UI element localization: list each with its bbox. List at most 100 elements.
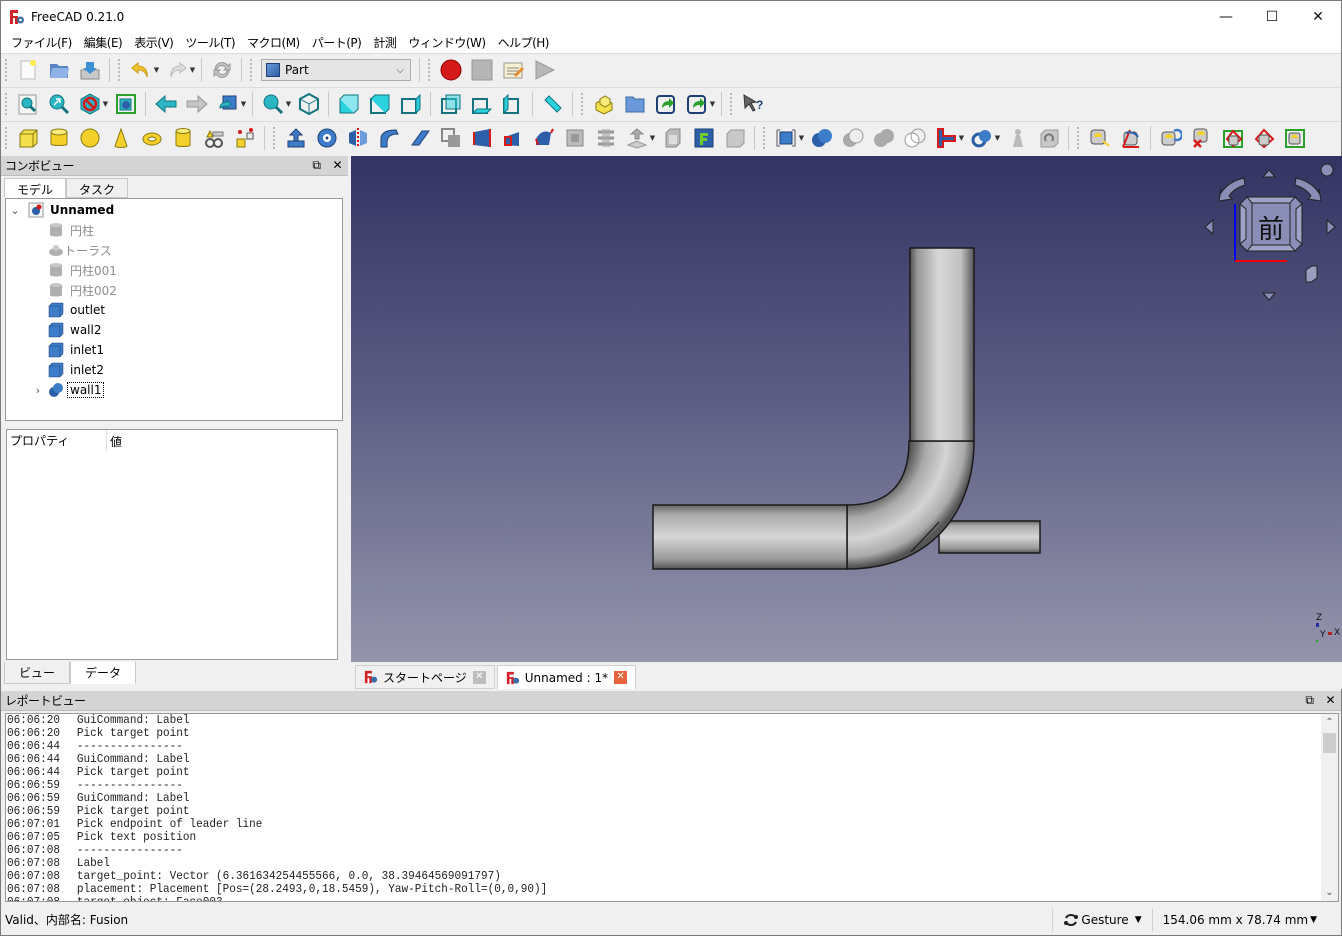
- pipe-model[interactable]: [652, 247, 1041, 570]
- chevron-down-icon[interactable]: ⌄: [8, 204, 22, 217]
- part-fillet-button[interactable]: [373, 124, 404, 152]
- part-sweep-button[interactable]: [528, 124, 559, 152]
- workbench-selector[interactable]: Part ⌵: [261, 59, 411, 81]
- redo-button[interactable]: [161, 56, 192, 84]
- scroll-down-icon[interactable]: ⌄: [1321, 884, 1338, 901]
- part-common-button[interactable]: [899, 124, 930, 152]
- navigation-style-selector[interactable]: Gesture ▼: [1052, 908, 1151, 931]
- measure-toggle-delta-button[interactable]: [1279, 124, 1310, 152]
- part-fuse-button[interactable]: [868, 124, 899, 152]
- tree-item-unnamed[interactable]: ⌄ Unnamed: [8, 200, 114, 220]
- rotate-cw-arrow-icon[interactable]: [1294, 177, 1322, 202]
- property-column-header[interactable]: プロパティ: [7, 430, 107, 452]
- close-button[interactable]: ✕: [1295, 1, 1341, 32]
- record-macro-button[interactable]: [435, 56, 466, 84]
- bounding-box-button[interactable]: [110, 90, 141, 118]
- pipe-inlet2-branch[interactable]: [938, 520, 1041, 554]
- fit-selection-button[interactable]: [43, 90, 74, 118]
- nav-menu-icon[interactable]: [1320, 163, 1334, 177]
- measure-distance-button[interactable]: [537, 90, 568, 118]
- tab-data-properties[interactable]: データ: [70, 662, 137, 684]
- link-actions-button[interactable]: [681, 90, 712, 118]
- float-panel-icon[interactable]: ⧉: [1305, 693, 1314, 708]
- rotate-down-arrow-icon[interactable]: [1261, 292, 1277, 301]
- pipe-inlet1-horizontal[interactable]: [652, 504, 848, 570]
- view-right-button[interactable]: [395, 90, 426, 118]
- toolbar-grip[interactable]: [730, 93, 733, 115]
- toolbar-grip[interactable]: [763, 127, 766, 149]
- part-loft-button[interactable]: [497, 124, 528, 152]
- view-front-button[interactable]: [333, 90, 364, 118]
- pipe-outlet-vertical[interactable]: [909, 247, 975, 442]
- value-column-header[interactable]: 値: [107, 433, 122, 450]
- menu-measure[interactable]: 計測: [367, 34, 402, 51]
- whats-this-button[interactable]: ?: [737, 90, 768, 118]
- tree-item-inlet1[interactable]: inlet1: [48, 340, 104, 360]
- measure-clear-button[interactable]: [1186, 124, 1217, 152]
- stop-macro-button[interactable]: [466, 56, 497, 84]
- 3d-viewport[interactable]: 前 Z Y X: [351, 156, 1342, 662]
- make-link-button[interactable]: [650, 90, 681, 118]
- tree-item-torus[interactable]: トーラス: [48, 240, 112, 260]
- float-panel-icon[interactable]: ⧉: [312, 158, 321, 173]
- part-tube-button[interactable]: [167, 124, 198, 152]
- toolbar-grip[interactable]: [118, 59, 121, 81]
- part-attachment-button[interactable]: [719, 124, 750, 152]
- menu-view[interactable]: 表示(V): [128, 34, 179, 51]
- menu-part[interactable]: パート(P): [306, 34, 368, 51]
- run-macro-button[interactable]: [528, 56, 559, 84]
- create-group-button[interactable]: [619, 90, 650, 118]
- view-top-button[interactable]: [364, 90, 395, 118]
- measure-toggle-all-button[interactable]: [1217, 124, 1248, 152]
- toolbar-grip[interactable]: [5, 59, 8, 81]
- view-rear-button[interactable]: [435, 90, 466, 118]
- maximize-button[interactable]: ☐: [1249, 1, 1295, 32]
- toolbar-grip[interactable]: [273, 127, 276, 149]
- rotate-left-arrow-icon[interactable]: [1204, 218, 1214, 236]
- tree-item-inlet2[interactable]: inlet2: [48, 360, 104, 380]
- toolbar-grip[interactable]: [1077, 127, 1080, 149]
- refresh-button[interactable]: [206, 56, 237, 84]
- save-file-button[interactable]: [74, 56, 105, 84]
- menu-window[interactable]: ウィンドウ(W): [402, 34, 491, 51]
- view-left-button[interactable]: [497, 90, 528, 118]
- tab-model[interactable]: モデル: [4, 178, 67, 198]
- part-cylinder-button[interactable]: [43, 124, 74, 152]
- tree-item-cylinder[interactable]: 円柱: [48, 220, 94, 240]
- close-panel-icon[interactable]: ✕: [332, 158, 342, 173]
- part-boolean-button[interactable]: [806, 124, 837, 152]
- report-scrollbar[interactable]: ⌃ ⌄: [1321, 714, 1338, 901]
- part-offset-button[interactable]: [621, 124, 652, 152]
- undo-button[interactable]: [125, 56, 156, 84]
- part-join-button[interactable]: [930, 124, 961, 152]
- tab-unnamed-document[interactable]: Unnamed : 1* ✕: [496, 665, 637, 689]
- part-chamfer-button[interactable]: [404, 124, 435, 152]
- part-torus-button[interactable]: [136, 124, 167, 152]
- rotate-right-arrow-icon[interactable]: [1326, 218, 1336, 236]
- part-section-button[interactable]: [559, 124, 590, 152]
- part-sphere-button[interactable]: [74, 124, 105, 152]
- measure-linear-button[interactable]: [1084, 124, 1115, 152]
- part-box-button[interactable]: [12, 124, 43, 152]
- part-primitives-button[interactable]: [198, 124, 229, 152]
- tree-item-wall2[interactable]: wall2: [48, 320, 101, 340]
- view-isometric-button[interactable]: [293, 90, 324, 118]
- draw-style-button[interactable]: [74, 90, 105, 118]
- toolbar-grip[interactable]: [5, 93, 8, 115]
- tree-item-cylinder001[interactable]: 円柱001: [48, 260, 117, 280]
- tab-start-page[interactable]: スタートページ ✕: [355, 665, 495, 689]
- part-make-face-button[interactable]: [435, 124, 466, 152]
- view-menu-cube-icon[interactable]: [1305, 265, 1318, 283]
- measure-toggle-3d-button[interactable]: [1248, 124, 1279, 152]
- rotate-up-arrow-icon[interactable]: [1261, 169, 1277, 178]
- dimension-readout[interactable]: 154.06 mm x 78.74 mm ▼: [1151, 908, 1327, 931]
- create-part-button[interactable]: [588, 90, 619, 118]
- part-projection-button[interactable]: [688, 124, 719, 152]
- toolbar-grip[interactable]: [581, 93, 584, 115]
- new-file-button[interactable]: [12, 56, 43, 84]
- part-extrude-button[interactable]: [280, 124, 311, 152]
- part-ruled-surface-button[interactable]: [466, 124, 497, 152]
- part-cut-button[interactable]: [837, 124, 868, 152]
- menu-file[interactable]: ファイル(F): [5, 34, 78, 51]
- part-cross-sections-button[interactable]: [590, 124, 621, 152]
